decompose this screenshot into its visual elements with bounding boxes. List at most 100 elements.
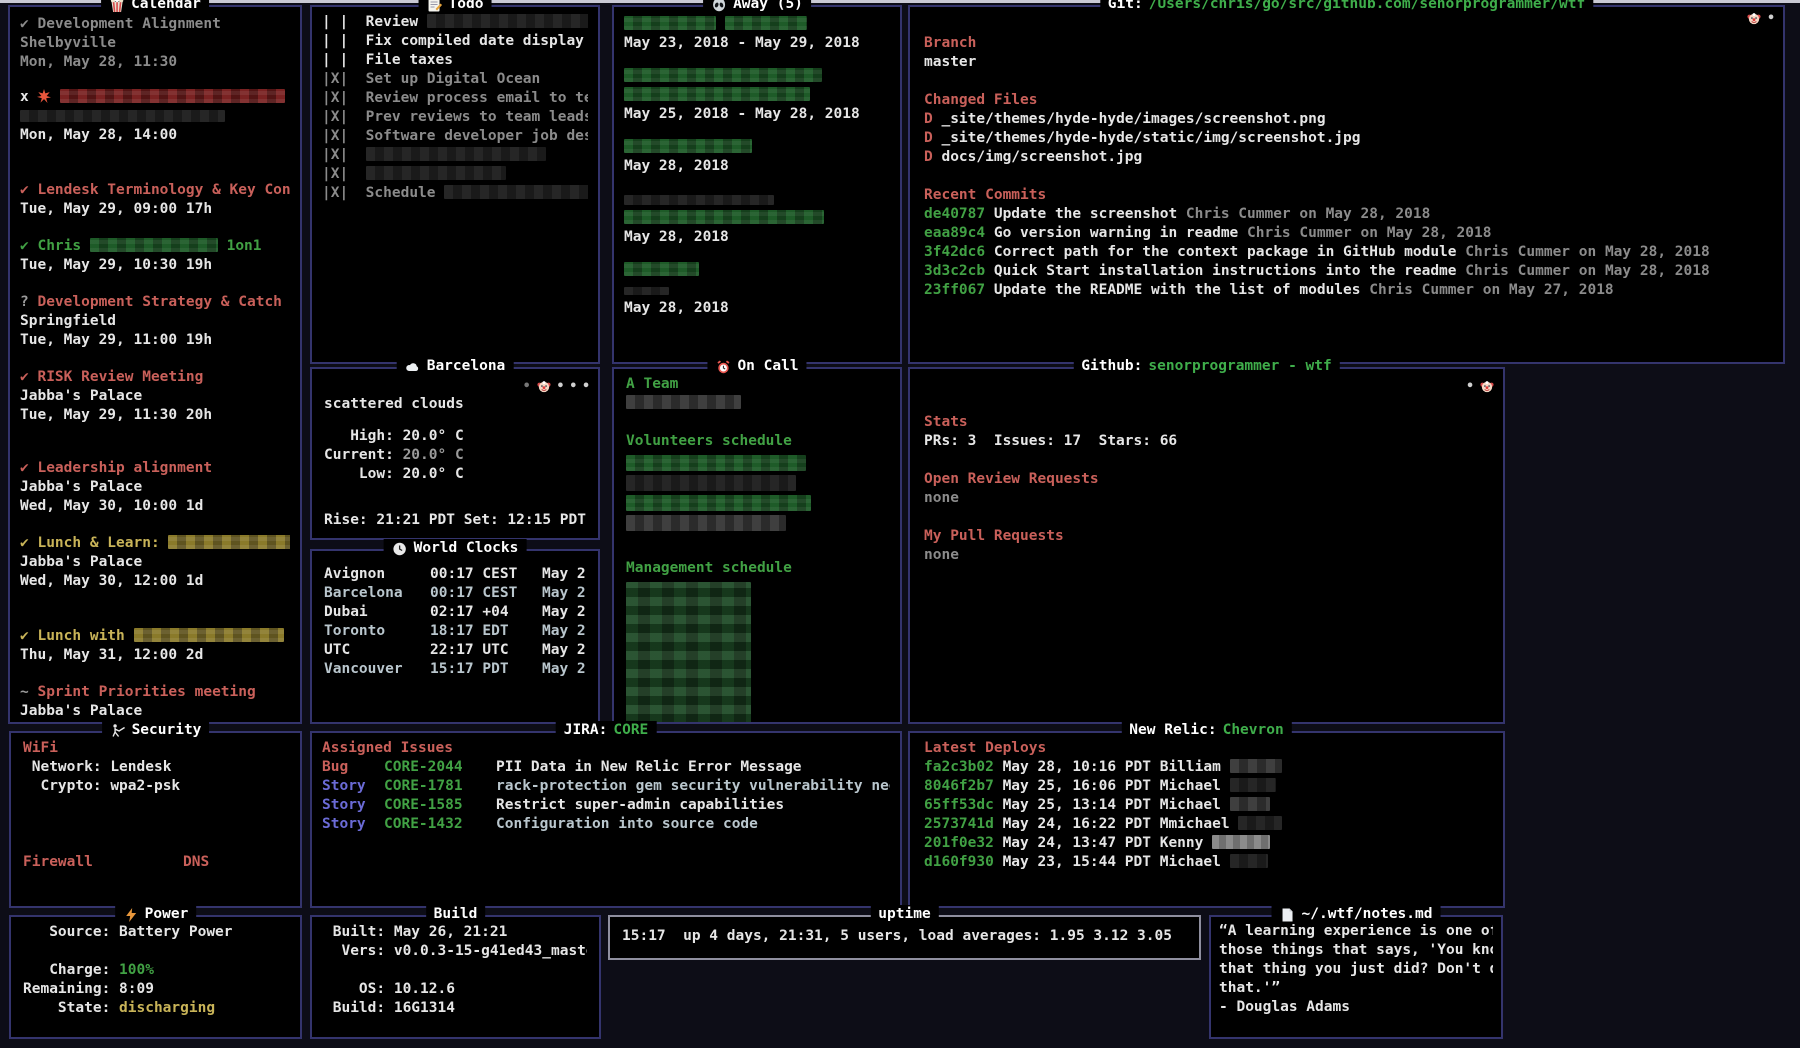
firewall-label: Firewall (23, 853, 183, 872)
notes-line: that.'” (1219, 979, 1493, 998)
jira-issue-row[interactable]: BugCORE-2044PII Data in New Relic Error … (322, 758, 890, 777)
away-entry: May 23, 2018 - May 29, 2018 (624, 15, 890, 53)
git-file-row: D _site/themes/hyde-hyde/images/screensh… (924, 110, 1769, 129)
git-commit-row: eaa89c4 Go version warning in readme Chr… (924, 224, 1769, 243)
alien-icon (711, 0, 727, 13)
github-panel[interactable]: Github: senorprogrammer - wtf • Stats PR… (908, 367, 1505, 724)
pager-dot[interactable]: • (1466, 380, 1474, 394)
redacted-block (624, 87, 810, 101)
pager-dot[interactable]: • (1767, 12, 1775, 26)
git-pager[interactable]: • (1746, 11, 1775, 26)
github-my-prs-value: none (924, 546, 1489, 565)
todo-item[interactable]: |X| (322, 165, 588, 184)
todo-item[interactable]: |X| Review process email to team (322, 89, 588, 108)
notes-panel-title: ~/.wtf/notes.md (1272, 905, 1441, 924)
calendar-panel[interactable]: Calendar ✔ Development Alignment Shelbyv… (8, 5, 302, 724)
lightning-bolt-icon (123, 907, 139, 923)
oncall-volunteers-label: Volunteers schedule (626, 432, 888, 451)
jira-issue-row[interactable]: StoryCORE-1781rack-protection gem securi… (322, 777, 890, 796)
jira-panel-title: JIRA: CORE (556, 721, 657, 740)
clock-row: Avignon00:17 CESTMay 29 (324, 565, 586, 584)
weather-panel-title: Barcelona (397, 357, 514, 376)
redacted-block (626, 495, 811, 511)
todo-item[interactable]: |X| Set up Digital Ocean (322, 70, 588, 89)
new-relic-panel[interactable]: New Relic: Chevron Latest Deploys fa2c3b… (908, 731, 1505, 908)
away-entry: May 25, 2018 - May 28, 2018 (624, 67, 890, 124)
github-pager[interactable]: • (1466, 379, 1495, 394)
popcorn-icon (109, 0, 125, 13)
redacted-block (624, 195, 774, 205)
build-panel[interactable]: Build Built: May 26, 21:21 Vers: v0.0.3-… (310, 915, 601, 1039)
deploy-row: 65ff53dc May 25, 13:14 PDT Michael (924, 796, 1489, 815)
jira-issue-row[interactable]: StoryCORE-1585Restrict super-admin capab… (322, 796, 890, 815)
uptime-panel[interactable]: uptime 15:17 up 4 days, 21:31, 5 users, … (608, 915, 1201, 960)
redacted-block (366, 147, 546, 161)
calendar-event: x Mon, May 28, 14:00 (20, 88, 290, 145)
away-entry: May 28, 2018 (624, 190, 890, 247)
todo-item[interactable]: | | Fix compiled date display bug (322, 32, 588, 51)
todo-item[interactable]: |X| Prev reviews to team leads (322, 108, 588, 127)
clock-icon (392, 541, 408, 557)
weather-panel[interactable]: Barcelona • • • • scattered clouds High:… (310, 367, 600, 540)
git-file-row: D _site/themes/hyde-hyde/static/img/scre… (924, 129, 1769, 148)
panel-title-text: Github: (1081, 357, 1142, 376)
new-relic-panel-title: New Relic: Chevron (1121, 721, 1291, 740)
build-panel-title: Build (426, 905, 486, 924)
git-commit-row: 3d3c2cb Quick Start installation instruc… (924, 262, 1769, 281)
security-panel[interactable]: Security WiFi Network: Lendesk Crypto: w… (9, 731, 302, 908)
redacted-block (168, 535, 290, 549)
redacted-block (366, 166, 506, 180)
panel-title-text: Build (434, 905, 478, 924)
panel-title-text: Power (145, 905, 189, 924)
weather-sun-times: Rise: 21:21 PDT Set: 12:15 PDT (324, 511, 586, 530)
calendar-event: ✔ Development Alignment Shelbyville Mon,… (20, 15, 290, 72)
pager-dot[interactable]: • (557, 380, 565, 394)
weather-current: Current: 20.0° C (324, 446, 586, 465)
on-call-panel-title: On Call (707, 357, 806, 376)
weather-pager[interactable]: • • • • (523, 379, 590, 394)
build-built: Built: May 26, 21:21 (324, 923, 587, 942)
redacted-block (626, 475, 796, 491)
panel-title-text: Barcelona (427, 357, 506, 376)
redacted-block (1230, 797, 1270, 811)
pager-dot[interactable]: • (569, 380, 577, 394)
away-entry: May 28, 2018 (624, 261, 890, 318)
todo-item[interactable]: | | File taxes (322, 51, 588, 70)
todo-item[interactable]: | | Review (322, 13, 588, 32)
github-open-reviews-value: none (924, 489, 1489, 508)
panel-title-text: uptime (878, 905, 930, 924)
git-panel[interactable]: Git: /Users/chris/go/src/github.com/seno… (908, 5, 1785, 364)
redacted-block (60, 89, 285, 103)
panel-title-text: Git: (1108, 0, 1143, 14)
git-commit-row: 3f42dc6 Correct path for the context pac… (924, 243, 1769, 262)
on-call-panel[interactable]: On Call A Team Volunteers schedule Manag… (612, 367, 902, 724)
clock-row: Dubai02:17 +04May 29 (324, 603, 586, 622)
away-panel[interactable]: Away (5) May 23, 2018 - May 29, 2018 May… (612, 5, 902, 364)
redacted-block (624, 16, 716, 30)
redacted-block (725, 16, 807, 30)
todo-item[interactable]: |X| Schedule (322, 184, 588, 203)
deploy-row: d160f930 May 23, 15:44 PDT Michael (924, 853, 1489, 872)
calendar-event: ✔ Lunch with Thu, May 31, 12:00 2d (20, 627, 290, 665)
github-stats-line: PRs: 3 Issues: 17 Stars: 66 (924, 432, 1489, 451)
panel-title-text: Todo (449, 0, 484, 14)
redacted-block (20, 110, 225, 122)
memo-icon (427, 0, 443, 13)
todo-panel[interactable]: Todo | | Review | | Fix compiled date di… (310, 5, 600, 364)
world-clocks-panel[interactable]: World Clocks Avignon00:17 CESTMay 29 Bar… (310, 549, 600, 724)
clock-row: UTC22:17 UTCMay 28 (324, 641, 586, 660)
pager-dot[interactable]: • (523, 380, 531, 394)
security-panel-title: Security (102, 721, 210, 740)
github-panel-title: Github: senorprogrammer - wtf (1073, 357, 1339, 376)
todo-item[interactable]: |X| Software developer job desc (322, 127, 588, 146)
power-panel[interactable]: Power Source: Battery Power Charge: 100%… (9, 915, 302, 1039)
clown-icon (536, 379, 552, 394)
jira-issue-row[interactable]: StoryCORE-1432Configuration into source … (322, 815, 890, 834)
todo-item[interactable]: |X| (322, 146, 588, 165)
notes-panel[interactable]: ~/.wtf/notes.md “A learning experience i… (1209, 915, 1503, 1039)
power-source: Source: Battery Power (23, 923, 288, 942)
power-charge: Charge: 100% (23, 961, 288, 980)
pager-dot[interactable]: • (582, 380, 590, 394)
jira-panel[interactable]: JIRA: CORE Assigned Issues BugCORE-2044P… (310, 731, 902, 908)
dns-label: DNS (183, 853, 253, 872)
